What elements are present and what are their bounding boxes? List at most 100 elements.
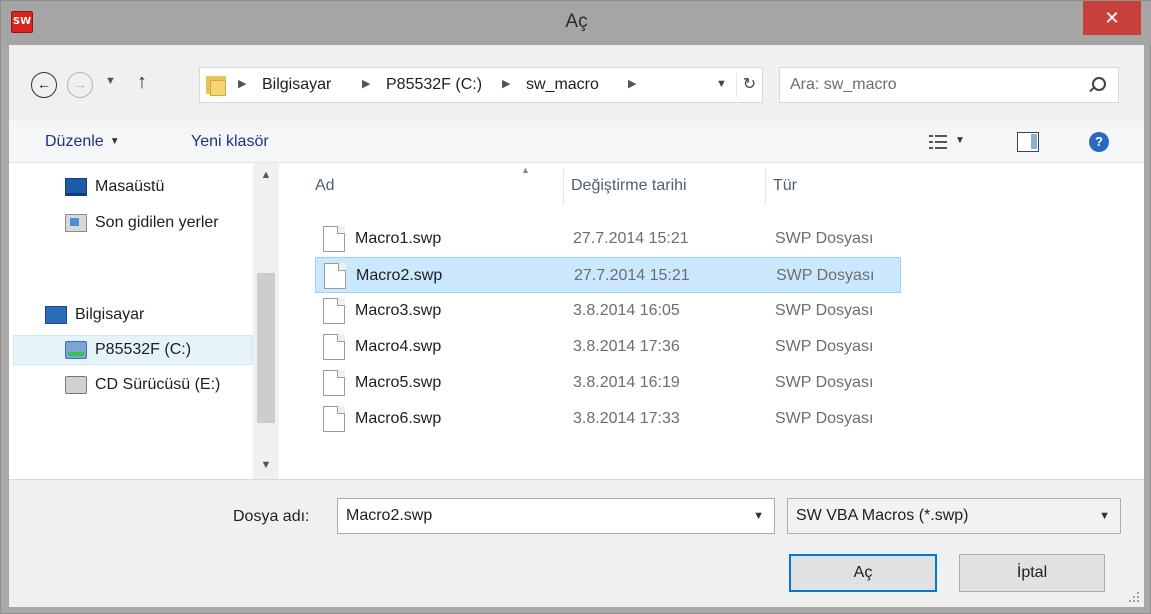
- command-bar: Düzenle ▼ Yeni klasör ▼ ?: [9, 121, 1144, 163]
- computer-icon: [45, 306, 67, 324]
- chevron-right-icon[interactable]: ▶: [502, 77, 510, 90]
- file-row[interactable]: Macro5.swp 3.8.2014 16:19 SWP Dosyası: [315, 365, 901, 401]
- up-arrow-icon[interactable]: ↑: [137, 71, 147, 94]
- nav-item-recent-places[interactable]: Son gidilen yerler: [65, 209, 253, 239]
- file-type-filter-select[interactable]: SW VBA Macros (*.swp) ▼: [787, 498, 1121, 534]
- file-row[interactable]: Macro6.swp 3.8.2014 17:33 SWP Dosyası: [315, 401, 901, 437]
- resize-grip-icon[interactable]: [1128, 591, 1140, 603]
- chevron-down-icon[interactable]: ▼: [1099, 510, 1110, 522]
- title-bar[interactable]: SW Aç ✕: [1, 1, 1151, 45]
- filename-combobox[interactable]: ▼: [337, 498, 775, 534]
- column-header-date[interactable]: Değiştirme tarihi: [571, 177, 687, 195]
- close-button[interactable]: ✕: [1083, 1, 1141, 35]
- cd-drive-icon: [65, 376, 87, 394]
- folder-icon: [206, 74, 228, 96]
- new-folder-button[interactable]: Yeni klasör: [191, 133, 269, 151]
- file-type-filter-value: SW VBA Macros (*.swp): [796, 507, 969, 524]
- file-icon: [323, 406, 345, 432]
- file-icon: [323, 370, 345, 396]
- column-header-type[interactable]: Tür: [773, 177, 797, 195]
- back-arrow-icon[interactable]: ←: [31, 72, 57, 98]
- chevron-down-icon[interactable]: ▼: [753, 510, 764, 522]
- open-button[interactable]: Aç: [789, 554, 937, 592]
- breadcrumb-drive[interactable]: P85532F (C:): [386, 76, 482, 94]
- file-type: SWP Dosyası: [776, 267, 875, 284]
- file-list: ▲ Ad Değiştirme tarihi Tür Macro1.swp 27…: [279, 163, 1144, 479]
- breadcrumb-computer[interactable]: Bilgisayar: [262, 76, 331, 94]
- file-type: SWP Dosyası: [775, 302, 874, 319]
- file-date: 3.8.2014 17:33: [573, 410, 680, 427]
- desktop-icon: [65, 178, 87, 196]
- file-name: Macro4.swp: [355, 338, 442, 355]
- filename-label: Dosya adı:: [233, 508, 310, 525]
- search-icon[interactable]: [1086, 74, 1108, 96]
- nav-item-label: Masaüstü: [95, 178, 165, 195]
- file-date: 27.7.2014 15:21: [574, 267, 690, 284]
- file-date: 3.8.2014 16:05: [573, 302, 680, 319]
- scroll-down-arrow-icon[interactable]: ▼: [253, 453, 279, 477]
- nav-item-computer[interactable]: Bilgisayar: [45, 301, 253, 331]
- file-name: Macro6.swp: [355, 410, 442, 427]
- content-area: Masaüstü Son gidilen yerler Bilgisayar P…: [9, 163, 1144, 479]
- file-row-selected[interactable]: Macro2.swp 27.7.2014 15:21 SWP Dosyası: [315, 257, 901, 293]
- forward-arrow-icon[interactable]: →: [67, 72, 93, 98]
- search-input[interactable]: [790, 76, 1070, 94]
- breadcrumb-folder[interactable]: sw_macro: [526, 76, 599, 94]
- file-name: Macro3.swp: [355, 302, 442, 319]
- column-divider[interactable]: [765, 169, 766, 205]
- nav-item-label: Son gidilen yerler: [95, 214, 219, 231]
- file-icon: [323, 298, 345, 324]
- organize-label: Düzenle: [45, 133, 104, 150]
- file-row[interactable]: Macro1.swp 27.7.2014 15:21 SWP Dosyası: [315, 221, 901, 257]
- nav-item-desktop[interactable]: Masaüstü: [65, 173, 253, 203]
- recent-places-icon: [65, 214, 87, 232]
- chevron-down-icon[interactable]: ▼: [716, 78, 727, 90]
- column-divider[interactable]: [563, 169, 564, 205]
- file-type: SWP Dosyası: [775, 338, 874, 355]
- nav-item-drive-c[interactable]: P85532F (C:): [13, 335, 253, 365]
- file-date: 27.7.2014 15:21: [573, 230, 689, 247]
- bottom-bar: Dosya adı: ▼ SW VBA Macros (*.swp) ▼ Aç …: [9, 479, 1144, 607]
- view-options-icon[interactable]: [929, 134, 947, 150]
- file-row[interactable]: Macro4.swp 3.8.2014 17:36 SWP Dosyası: [315, 329, 901, 365]
- file-date: 3.8.2014 17:36: [573, 338, 680, 355]
- chevron-right-icon[interactable]: ▶: [628, 77, 636, 90]
- breadcrumb[interactable]: ▶ Bilgisayar ▶ P85532F (C:) ▶ sw_macro ▶…: [199, 67, 763, 103]
- dialog-title: Aç: [565, 11, 588, 32]
- file-date: 3.8.2014 16:19: [573, 374, 680, 391]
- nav-item-cd-drive[interactable]: CD Sürücüsü (E:): [65, 371, 253, 401]
- navigation-pane: Masaüstü Son gidilen yerler Bilgisayar P…: [9, 163, 279, 479]
- sort-ascending-icon: ▲: [521, 165, 530, 175]
- nav-item-label: Bilgisayar: [75, 306, 145, 323]
- file-type: SWP Dosyası: [775, 230, 874, 247]
- caret-down-icon: ▼: [109, 136, 120, 147]
- filename-input[interactable]: [346, 507, 736, 525]
- caret-down-icon[interactable]: ▼: [955, 135, 965, 146]
- file-name: Macro5.swp: [355, 374, 442, 391]
- nav-item-label: P85532F (C:): [95, 341, 192, 358]
- nav-scrollbar[interactable]: ▲ ▼: [253, 163, 279, 479]
- dialog-client-area: ← → ▼ ↑ ▶ Bilgisayar ▶ P85532F (C:) ▶ sw…: [9, 45, 1144, 607]
- scroll-up-arrow-icon[interactable]: ▲: [253, 163, 279, 187]
- preview-pane-icon[interactable]: [1017, 132, 1039, 152]
- nav-item-label: CD Sürücüsü (E:): [95, 376, 221, 393]
- file-name: Macro1.swp: [355, 230, 442, 247]
- file-icon: [323, 334, 345, 360]
- column-header-name[interactable]: Ad: [315, 177, 335, 195]
- cancel-button[interactable]: İptal: [959, 554, 1105, 592]
- recent-locations-chevron-icon[interactable]: ▼: [105, 75, 116, 87]
- refresh-icon[interactable]: ↻: [736, 73, 762, 97]
- file-row[interactable]: Macro3.swp 3.8.2014 16:05 SWP Dosyası: [315, 293, 901, 329]
- chevron-right-icon[interactable]: ▶: [238, 77, 246, 90]
- search-box[interactable]: [779, 67, 1119, 103]
- file-name: Macro2.swp: [356, 267, 443, 284]
- file-type: SWP Dosyası: [775, 374, 874, 391]
- organize-button[interactable]: Düzenle ▼: [45, 133, 120, 151]
- file-type: SWP Dosyası: [775, 410, 874, 427]
- chevron-right-icon[interactable]: ▶: [362, 77, 370, 90]
- drive-icon: [65, 341, 87, 359]
- open-file-dialog: SW Aç ✕ ← → ▼ ↑ ▶ Bilgisayar ▶ P85532F (…: [0, 0, 1151, 614]
- address-row: ← → ▼ ↑ ▶ Bilgisayar ▶ P85532F (C:) ▶ sw…: [9, 45, 1144, 121]
- help-icon[interactable]: ?: [1089, 132, 1109, 152]
- scroll-thumb[interactable]: [257, 273, 275, 423]
